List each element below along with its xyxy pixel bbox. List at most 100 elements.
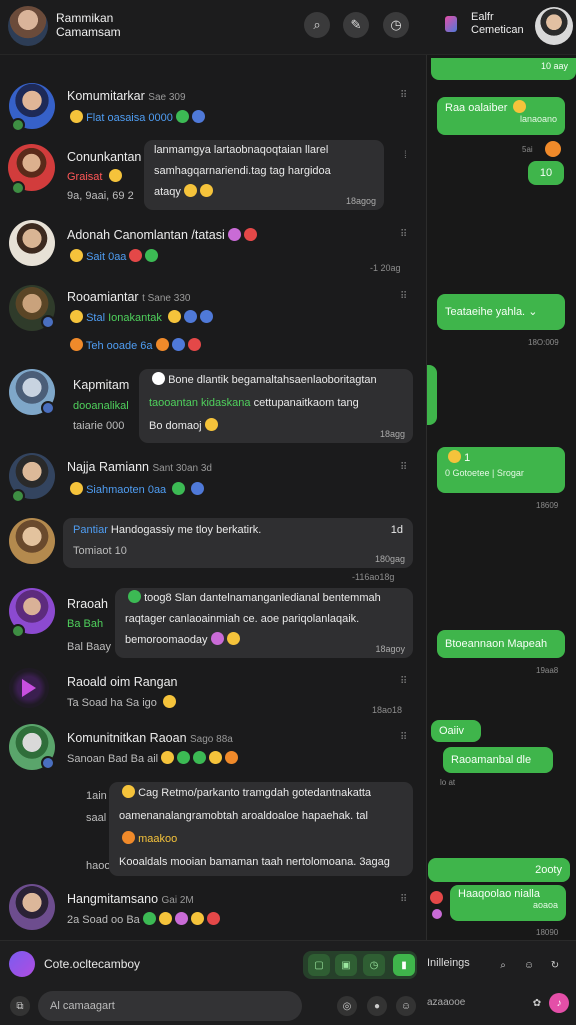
search-button[interactable]: ⌕ [304,12,330,38]
last-message-2: Teh ooade 6a [67,338,201,352]
channel-avatar[interactable] [9,951,35,977]
timer-button[interactable]: ◷ [383,12,409,38]
list-item[interactable]: 1ain saal haoo Cag Retmo/parkanto tramgd… [0,780,427,878]
contact-avatar [9,518,55,564]
message-bubble[interactable]: Raoamanbal dle [443,747,553,773]
more-icon[interactable]: ⠿ [400,291,408,302]
conversation-input[interactable]: azaaooe [427,997,465,1008]
message-bubble[interactable]: Oaiiv [431,720,481,742]
conversation-input-label: Inilleings [427,957,470,969]
contact-name: Raoald oim Rangan [67,675,178,689]
face-emoji-icon [174,912,188,925]
message-bubble[interactable]: Raa oalaiber lanaoano [437,97,565,135]
last-message: 2a Soad oo Ba [67,912,220,926]
mic-icon: ● [373,1000,381,1012]
leaf-emoji-icon [172,482,186,495]
message-time: 5ai [522,145,533,154]
face-emoji-icon [162,695,176,708]
message-bubble[interactable]: 2ooty [428,858,570,882]
search-icon: ⌕ [313,17,321,32]
list-item[interactable]: Rooamiantar t Sane 330 Stal Ionakantak T… [0,283,427,363]
face-emoji-icon [108,169,122,182]
last-message: Flat oasaisa 0000 [67,110,205,124]
message-bubble[interactable]: Btoeannaon Mapeah [437,630,565,658]
face-emoji-icon [122,831,135,844]
message-bubble-partial[interactable] [427,365,437,425]
conversation-avatar[interactable] [535,7,573,45]
more-icon[interactable]: ⠿ [400,676,408,687]
list-item[interactable]: Conunkantan Graisat 9a, 9aai, 69 2 lanma… [0,140,427,215]
more-icon[interactable]: ⠿ [400,894,408,905]
camera-button[interactable]: ◎ [337,996,357,1016]
face-emoji-icon [209,751,223,764]
bubble-line: taooantan kidaskana cettupanaitkaom tang [149,397,359,409]
list-item[interactable]: Raoald oim Rangan Ta Soad ha Sa igo 18ao… [0,664,427,720]
bubble-tag: 1d [390,524,403,536]
header-subtitle: Camamsam [56,25,121,39]
message-bubble[interactable]: 10 [528,161,564,185]
timestamp: -116ao18g [352,572,395,582]
emoji-button[interactable]: ☺ [396,996,416,1016]
chat-list-header: Rammikan Camamsam ⌕ ✎ ◷ [0,0,427,55]
list-item[interactable]: Komumitarkar Sae 309 Flat oasaisa 0000 ⠿ [0,80,427,140]
bubble-line: samhagqarnariendi.tag tag hargidoa [154,165,331,177]
list-item[interactable]: Najja Ramiann Sant 30an 3d Siahmaoten 0a… [0,448,427,512]
face-emoji-icon [155,338,169,351]
music-button[interactable]: ♪ [549,993,569,1013]
message-time: 19aa8 [536,666,559,675]
message-preview-bubble[interactable]: Bone dlantik begamaltahsaenlaoboritagtan… [139,369,413,443]
bubble-line: toog8 Slan dantelnamanganledianal bentem… [125,588,403,609]
face-emoji-icon [204,418,218,431]
last-message-meta: Bal Baay [67,641,112,653]
list-item[interactable]: Pantiar Handogassiy me tloy berkatirk. T… [0,514,427,586]
sticker-icon: ☺ [523,959,535,971]
sticker-button[interactable]: ▢ [308,954,330,976]
more-icon[interactable]: ⠿ [400,462,408,473]
message-preview-bubble[interactable]: Cag Retmo/parkanto tramgdah gotedantnaka… [109,782,413,876]
contact-name: Rooamiantar t Sane 330 [67,290,191,304]
image-button[interactable]: ▣ [335,954,357,976]
tag-icon: ✎ [350,17,362,32]
list-item[interactable]: Hangmitamsano Gai 2M 2a Soad oo Ba ⠿ [0,880,427,938]
last-message: Sanoan Bad Ba ail [67,751,239,765]
face-emoji-icon [145,249,159,262]
send-button[interactable]: ▮ [393,954,415,976]
message-bubble[interactable]: Haaqoolao nialla aoaoa [450,885,566,921]
list-item[interactable]: Rraoah Ba Bah Bal Baay toog8 Slan dantel… [0,586,427,664]
refresh-button[interactable]: ↻ [545,955,565,975]
message-preview-bubble[interactable]: lanmamgya lartaobnaqoqtaian llarel samha… [144,140,384,210]
tag-button[interactable]: ✎ [343,12,369,38]
contact-name: Komumitarkar Sae 309 [67,89,186,103]
more-icon[interactable]: ⠿ [400,229,408,240]
list-item[interactable]: Komunitnitkan Raoan Sago 88a Sanoan Bad … [0,720,427,780]
emoji-icon: ✿ [532,997,542,1009]
bubble-time: 18agog [345,196,376,206]
more-icon[interactable]: ⠿ [400,732,408,743]
last-message-meta: 9a, 9aai, 69 2 [67,190,134,202]
message-preview-bubble[interactable]: Pantiar Handogassiy me tloy berkatirk. T… [63,518,413,568]
profile-avatar[interactable] [8,6,48,46]
reaction-icon [432,909,442,919]
message-bubble[interactable]: 10 aay [431,58,576,80]
search-button[interactable]: ⌕ [493,955,513,975]
mic-button[interactable]: ● [367,996,387,1016]
more-icon[interactable]: ⠿ [400,90,408,101]
list-item[interactable]: Kapmitam dooanalikal taiarie 000 Bone dl… [0,365,427,445]
face-emoji-icon [142,912,156,925]
message-bubble[interactable]: 1 0 Gotoetee | Srogar [437,447,565,493]
sticker-button[interactable]: ☺ [519,955,539,975]
contact-avatar [9,884,55,930]
message-bubble[interactable]: Teataeihe yahla. ⌄ [437,294,565,330]
list-item[interactable]: Adonah Canomlantan /tatasi Sait 0aa -1 2… [0,215,427,283]
face-emoji-icon [171,338,185,351]
face-emoji-icon [448,450,461,463]
channel-label: Cote.ocltecamboy [44,957,141,971]
contact-name: Komunitnitkan Raoan Sago 88a [67,731,233,745]
emoji-button[interactable]: ✿ [527,993,547,1013]
message-preview-bubble[interactable]: toog8 Slan dantelnamanganledianal bentem… [115,588,413,658]
clock-icon: ◷ [390,17,402,32]
timer-button[interactable]: ◷ [363,954,385,976]
message-input[interactable]: Al camaagart [38,991,302,1021]
attach-button[interactable]: ⧉ [10,996,30,1016]
more-icon[interactable]: ⁞ [404,150,408,161]
